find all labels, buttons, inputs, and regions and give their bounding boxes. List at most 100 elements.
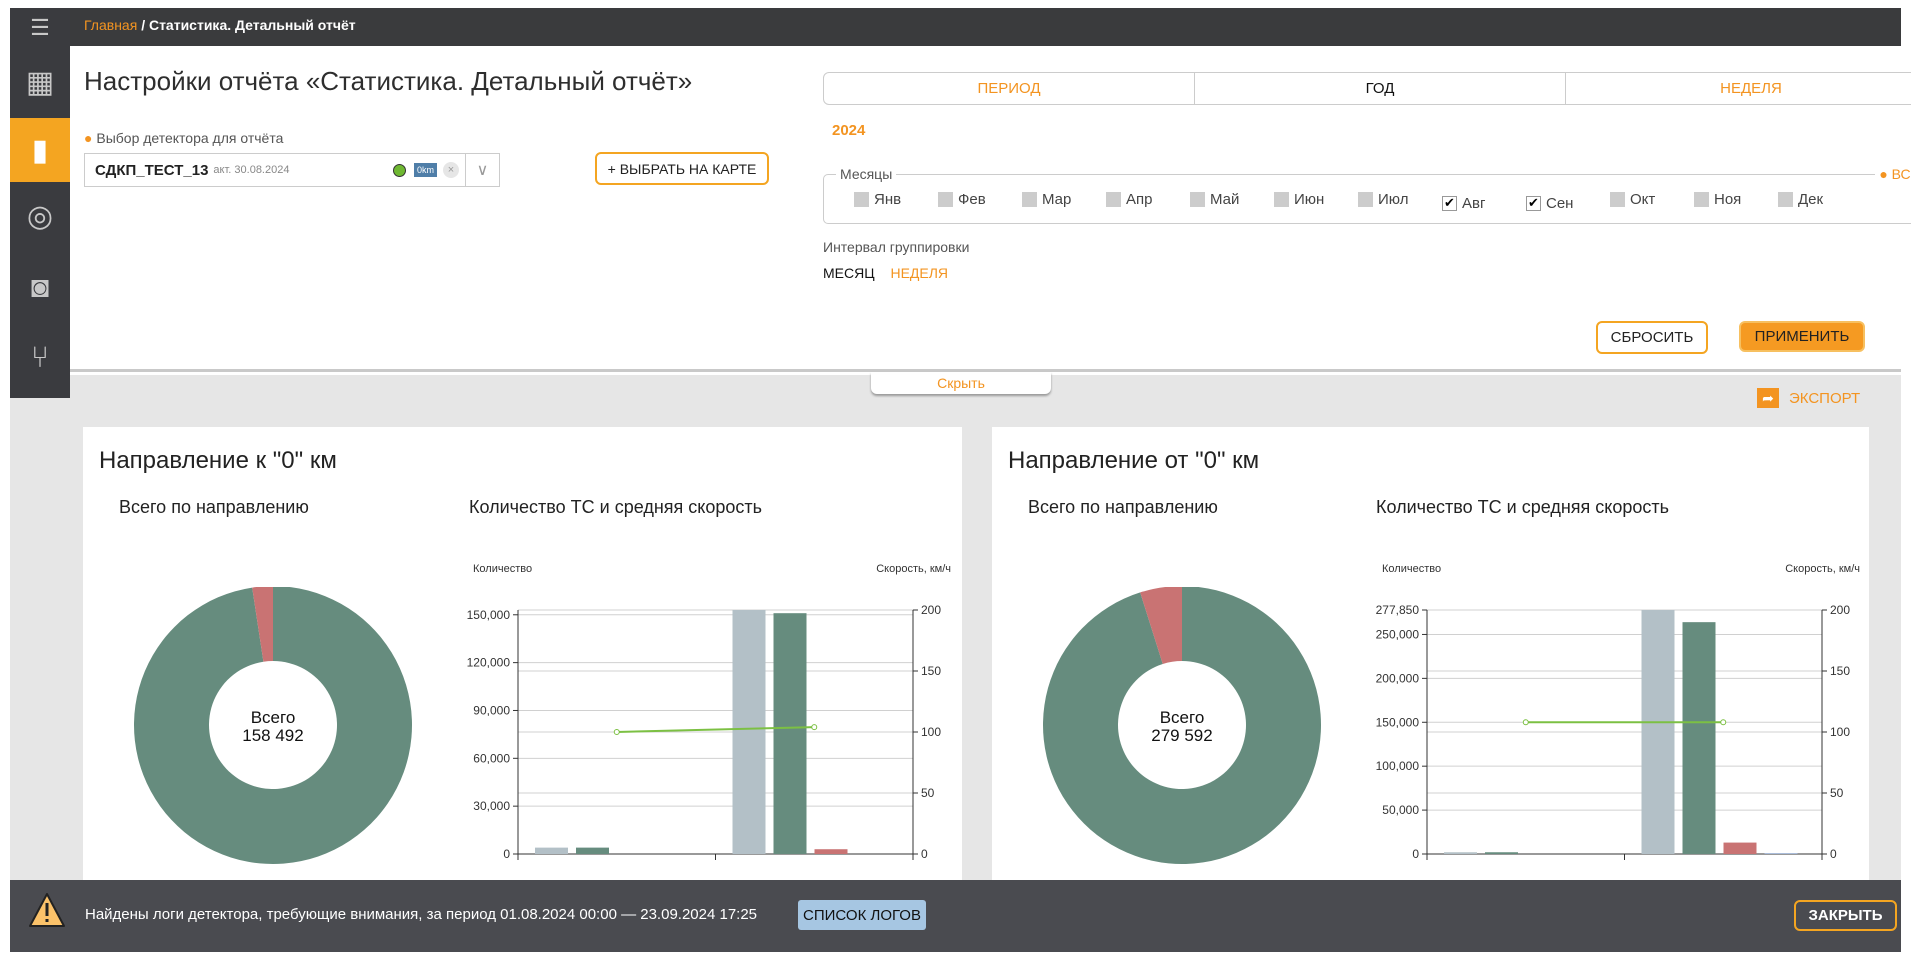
y-tick-label: 200,000 xyxy=(1376,671,1420,685)
y-tick-label: 60,000 xyxy=(473,751,510,765)
month-checkbox-2[interactable]: Мар xyxy=(1022,191,1106,208)
grouping-week[interactable]: НЕДЕЛЯ xyxy=(890,265,948,281)
export-button[interactable]: ➦ ЭКСПОРТ xyxy=(1757,388,1860,408)
card-title: Направление к "0" км xyxy=(99,447,337,474)
map-icon[interactable]: ▦ xyxy=(10,52,70,112)
checkbox[interactable] xyxy=(938,192,953,207)
logs-list-button[interactable]: СПИСОК ЛОГОВ xyxy=(798,900,926,930)
select-all-label: ВСЕ xyxy=(1891,166,1911,182)
grouping-label: Интервал группировки xyxy=(823,239,970,255)
month-checkbox-9[interactable]: Окт xyxy=(1610,191,1694,208)
breadcrumb-home[interactable]: Главная xyxy=(84,17,137,33)
y-tick-label: 250,000 xyxy=(1376,627,1420,641)
y2-axis-label: Скорость, км/ч xyxy=(1785,563,1860,575)
y-tick-label: 50,000 xyxy=(1382,803,1419,817)
month-label: Май xyxy=(1210,191,1240,208)
y-tick-label: 150,000 xyxy=(467,608,511,622)
y2-tick-label: 50 xyxy=(1830,786,1844,800)
y-tick-label: 0 xyxy=(503,847,510,861)
bar-s2-g1 xyxy=(814,849,848,854)
y-tick-label: 90,000 xyxy=(473,703,510,717)
month-label: Сен xyxy=(1546,194,1574,212)
month-checkbox-7[interactable]: ✔ Авг xyxy=(1442,195,1526,212)
chart-title: Количество ТС и средняя скорость xyxy=(1376,497,1670,517)
reset-button[interactable]: СБРОСИТЬ xyxy=(1596,321,1708,354)
checkbox[interactable] xyxy=(1358,192,1373,207)
months-fieldset: Месяцы ● ВСЕ Янв Фев Мар Апр Май Июн Июл ✔ Авг ✔ С… xyxy=(823,166,1911,224)
checkbox[interactable] xyxy=(1694,192,1709,207)
y-tick-label: 0 xyxy=(1412,847,1419,861)
donut-total-value: 279 592 xyxy=(1151,726,1213,745)
close-button[interactable]: ЗАКРЫТЬ xyxy=(1794,900,1897,931)
checkbox[interactable] xyxy=(1106,192,1121,207)
y-tick-label: 120,000 xyxy=(467,656,511,670)
required-dot: ● xyxy=(84,130,93,146)
apply-button[interactable]: ПРИМЕНИТЬ xyxy=(1739,321,1865,352)
checkbox[interactable] xyxy=(1610,192,1625,207)
menu-icon[interactable]: ☰ xyxy=(10,8,70,48)
bar-s0-g0 xyxy=(535,847,568,854)
breadcrumb: Главная / Статистика. Детальный отчёт xyxy=(70,8,1901,46)
warning-message: Найдены логи детектора, требующие вниман… xyxy=(85,906,758,923)
month-checkbox-6[interactable]: Июл xyxy=(1358,191,1442,208)
warning-icon xyxy=(29,893,65,927)
tab-year[interactable]: ГОД xyxy=(1195,73,1566,104)
report-icon[interactable]: ▮ xyxy=(10,118,70,182)
donut-total-value: 158 492 xyxy=(242,726,304,745)
chevron-down-icon[interactable]: ∨ xyxy=(465,154,499,186)
bar-s2-g1 xyxy=(1723,842,1757,854)
month-checkbox-4[interactable]: Май xyxy=(1190,191,1274,208)
y2-tick-label: 100 xyxy=(1830,725,1850,739)
checkbox[interactable] xyxy=(854,192,869,207)
speed-point-1 xyxy=(811,724,818,731)
checkbox[interactable] xyxy=(1778,192,1793,207)
month-checkbox-11[interactable]: Дек xyxy=(1778,191,1862,208)
y2-tick-label: 150 xyxy=(921,664,941,678)
month-label: Июл xyxy=(1378,191,1409,208)
checkbox[interactable] xyxy=(1190,192,1205,207)
detector-select[interactable]: СДКП_ТЕСТ_13 акт. 30.08.2024 0km × ∨ xyxy=(84,153,500,187)
settings-panel: Настройки отчёта «Статистика. Детальный … xyxy=(70,46,1911,372)
warning-bar: Найдены логи детектора, требующие вниман… xyxy=(10,880,1901,952)
checkbox[interactable]: ✔ xyxy=(1442,195,1457,211)
bar-s0-g0 xyxy=(1444,852,1477,854)
checkbox[interactable] xyxy=(1274,192,1289,207)
sim-card-icon[interactable]: ◙ xyxy=(10,258,70,318)
tab-period[interactable]: ПЕРИОД xyxy=(824,73,1195,104)
month-checkbox-3[interactable]: Апр xyxy=(1106,191,1190,208)
network-icon[interactable]: ⑂ xyxy=(10,328,70,388)
chart-title: Количество ТС и средняя скорость xyxy=(469,497,763,517)
clear-icon[interactable]: × xyxy=(443,162,459,178)
checkbox[interactable]: ✔ xyxy=(1526,195,1541,211)
breadcrumb-current: Статистика. Детальный отчёт xyxy=(148,17,356,33)
month-checkbox-10[interactable]: Ноя xyxy=(1694,191,1778,208)
page-title: Настройки отчёта «Статистика. Детальный … xyxy=(84,66,693,96)
sidebar-spacer xyxy=(10,398,70,880)
hide-label: Скрыть xyxy=(937,375,985,391)
hide-settings-button[interactable]: Скрыть xyxy=(871,372,1051,394)
month-checkbox-8[interactable]: ✔ Сен xyxy=(1526,195,1610,212)
grouping-month[interactable]: МЕСЯЦ xyxy=(823,265,875,281)
sidebar: ☰ ▦ ▮ ◎ ◙ ⑂ xyxy=(10,8,70,398)
card-title: Направление от "0" км xyxy=(1008,447,1260,474)
donut-title: Всего по направлению xyxy=(119,497,309,517)
month-checkbox-0[interactable]: Янв xyxy=(854,191,938,208)
month-label: Окт xyxy=(1630,191,1656,208)
detector-label: Выбор детектора для отчёта xyxy=(96,130,284,146)
y-tick-label: 277,850 xyxy=(1376,603,1420,617)
checkbox[interactable] xyxy=(1022,192,1037,207)
bar-s0-g1 xyxy=(1641,610,1675,854)
status-dot-icon xyxy=(392,163,406,177)
year-selector[interactable]: 2024 xyxy=(832,122,865,139)
month-checkbox-5[interactable]: Июн xyxy=(1274,191,1358,208)
month-label: Ноя xyxy=(1714,191,1742,208)
y-tick-label: 30,000 xyxy=(473,799,510,813)
month-checkbox-1[interactable]: Фев xyxy=(938,191,1022,208)
y-axis-label: Количество xyxy=(473,563,532,575)
select-all-button[interactable]: ● ВСЕ xyxy=(1875,166,1911,182)
bar-s1-g0 xyxy=(576,847,609,854)
y-tick-label: 100,000 xyxy=(1376,759,1420,773)
select-on-map-button[interactable]: + ВЫБРАТЬ НА КАРТЕ xyxy=(595,152,769,185)
ring-icon[interactable]: ◎ xyxy=(10,186,70,246)
tab-week[interactable]: НЕДЕЛЯ xyxy=(1566,73,1911,104)
